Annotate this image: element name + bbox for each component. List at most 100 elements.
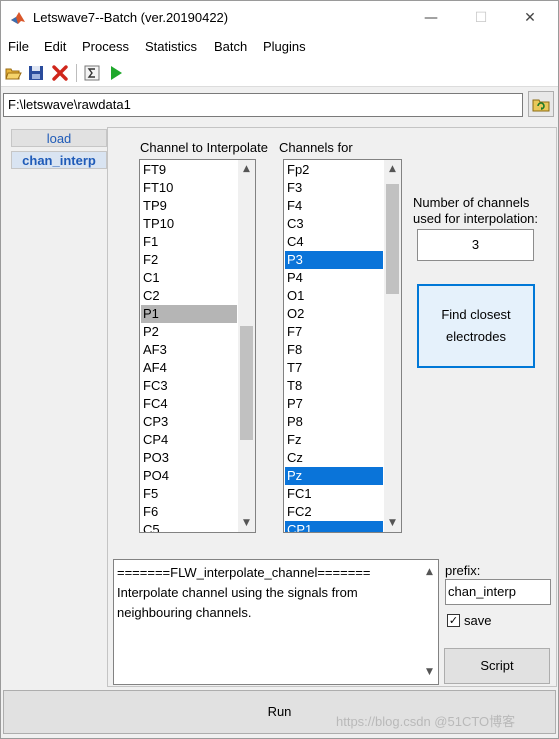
description-scrollbar[interactable]: ▲ ▼	[421, 560, 438, 684]
num-channels-label-line1: Number of channels	[413, 195, 530, 210]
list-item[interactable]: CP3	[141, 413, 237, 431]
save-disk-icon[interactable]	[27, 64, 45, 82]
function-panel: Channel to Interpolate Channels for C5 F6…	[107, 127, 557, 687]
prefix-input[interactable]: chan_interp	[445, 579, 551, 605]
path-row: F:\letswave\rawdata1	[1, 87, 558, 121]
description-line: =======FLW_interpolate_channel=======	[117, 565, 371, 580]
list-item[interactable]: P3	[285, 251, 383, 269]
list-item[interactable]: Fz	[285, 431, 383, 449]
list-item[interactable]: TP10	[141, 215, 237, 233]
list-item[interactable]: F6	[141, 503, 237, 521]
toolbar-separator	[76, 64, 77, 82]
menu-statistics[interactable]: Statistics	[145, 39, 197, 54]
menu-bar: File Edit Process Statistics Batch Plugi…	[1, 35, 558, 59]
delete-x-icon[interactable]	[51, 64, 69, 82]
list-item[interactable]: FC3	[141, 377, 237, 395]
save-checkbox[interactable]: ✓	[447, 614, 460, 627]
list-item[interactable]: F5	[141, 485, 237, 503]
list-item[interactable]: F7	[285, 323, 383, 341]
list-scrollbar[interactable]: ▲ ▼	[384, 160, 401, 532]
menu-file[interactable]: File	[8, 39, 29, 54]
list-item[interactable]: P7	[285, 395, 383, 413]
title-bar: Letswave7--Batch (ver.20190422) — ☐ ✕	[1, 1, 558, 35]
list-item[interactable]: AF4	[141, 359, 237, 377]
browse-folder-button[interactable]	[528, 91, 554, 117]
refresh-folder-icon	[532, 99, 550, 112]
description-line: neighbouring channels.	[117, 605, 252, 620]
function-description[interactable]: =======FLW_interpolate_channel======= In…	[113, 559, 439, 685]
list-item[interactable]: TP9	[141, 197, 237, 215]
list-item[interactable]: Cz	[285, 449, 383, 467]
window-title: Letswave7--Batch (ver.20190422)	[33, 10, 229, 25]
list-item[interactable]: P2	[141, 323, 237, 341]
list-item[interactable]: C3	[285, 215, 383, 233]
num-channels-label-line2: used for interpolation:	[413, 211, 539, 226]
scroll-thumb[interactable]	[386, 184, 399, 294]
channel-to-interpolate-list[interactable]: C5 F6 F5 PO4 PO3 CP4 CP3 FC4 FC3 AF4 AF3 P2 P1 C2 C1 F2…	[139, 159, 256, 533]
list-item[interactable]: C2	[141, 287, 237, 305]
num-channels-input[interactable]: 3	[417, 229, 534, 261]
list-item[interactable]: PO3	[141, 449, 237, 467]
script-sigma-icon[interactable]	[83, 64, 101, 82]
path-field[interactable]: F:\letswave\rawdata1	[3, 93, 523, 117]
menu-process[interactable]: Process	[82, 39, 129, 54]
list-item[interactable]: FC2	[285, 503, 383, 521]
open-folder-icon[interactable]	[4, 64, 22, 82]
menu-plugins[interactable]: Plugins	[263, 39, 306, 54]
list-item[interactable]: AF3	[141, 341, 237, 359]
list-item[interactable]: CP4	[141, 431, 237, 449]
find-button-line1: Find closest	[441, 307, 511, 322]
script-button[interactable]: Script	[444, 648, 550, 684]
run-play-icon[interactable]	[107, 64, 125, 82]
minimize-button[interactable]: —	[411, 5, 451, 31]
list-item[interactable]: FT9	[141, 161, 237, 179]
find-button-line2: electrodes	[446, 329, 506, 344]
close-button[interactable]: ✕	[510, 5, 550, 31]
scroll-up-arrow[interactable]: ▲	[238, 161, 255, 177]
list-item[interactable]: Fp2	[285, 161, 383, 179]
list-item[interactable]: FC1	[285, 485, 383, 503]
list-item[interactable]: P1	[141, 305, 237, 323]
list-item[interactable]: C1	[141, 269, 237, 287]
menu-edit[interactable]: Edit	[44, 39, 66, 54]
toolbar	[1, 59, 558, 87]
scroll-thumb[interactable]	[240, 326, 253, 440]
list-item[interactable]: C5	[141, 521, 237, 532]
list-item[interactable]: P4	[285, 269, 383, 287]
maximize-button[interactable]: ☐	[461, 5, 501, 31]
list-item[interactable]: CP1	[285, 521, 383, 532]
list-item[interactable]: F3	[285, 179, 383, 197]
scroll-down-arrow[interactable]: ▼	[384, 515, 401, 531]
watermark-text: https://blog.csdn @51CTO博客	[336, 714, 516, 729]
list-item[interactable]: T7	[285, 359, 383, 377]
scroll-up-arrow[interactable]: ▲	[421, 562, 438, 582]
list-item[interactable]: PO4	[141, 467, 237, 485]
scroll-down-arrow[interactable]: ▼	[238, 515, 255, 531]
list-item[interactable]: P8	[285, 413, 383, 431]
list-item[interactable]: F4	[285, 197, 383, 215]
scroll-up-arrow[interactable]: ▲	[384, 161, 401, 177]
menu-batch[interactable]: Batch	[214, 39, 247, 54]
list-item[interactable]: FT10	[141, 179, 237, 197]
step-chan-interp[interactable]: chan_interp	[11, 151, 107, 169]
app-window: Letswave7--Batch (ver.20190422) — ☐ ✕ Fi…	[0, 0, 559, 739]
list-item[interactable]: F8	[285, 341, 383, 359]
list-item[interactable]: F1	[141, 233, 237, 251]
scroll-down-arrow[interactable]: ▼	[421, 662, 438, 682]
prefix-label: prefix:	[445, 563, 481, 578]
step-load[interactable]: load	[11, 129, 107, 147]
list-item[interactable]: F2	[141, 251, 237, 269]
list-item[interactable]: C4	[285, 233, 383, 251]
find-closest-electrodes-button[interactable]: Find closest electrodes	[417, 284, 535, 368]
channel-to-interpolate-label: Channel to Interpolate	[140, 140, 268, 155]
list-item[interactable]: Pz	[285, 467, 383, 485]
list-item[interactable]: T8	[285, 377, 383, 395]
list-item[interactable]: FC4	[141, 395, 237, 413]
list-item[interactable]: O2	[285, 305, 383, 323]
list-scrollbar[interactable]: ▲ ▼	[238, 160, 255, 532]
matlab-logo-icon	[11, 12, 25, 24]
save-label: save	[464, 613, 492, 628]
channels-for-label: Channels for	[279, 140, 353, 155]
channels-for-interpolation-list[interactable]: CP1 FC2 FC1 Pz Cz Fz P8 P7 T8 T7 F8 F7 O2 O1 P4 P3 C4 C3 F…	[283, 159, 402, 533]
list-item[interactable]: O1	[285, 287, 383, 305]
